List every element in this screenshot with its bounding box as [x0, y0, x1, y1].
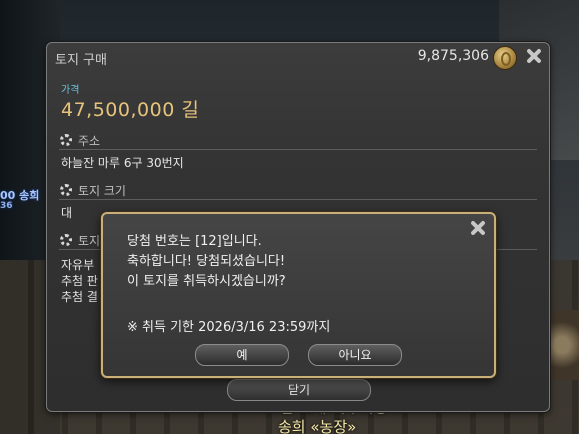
section-gear-icon	[59, 233, 73, 247]
section-gear-icon	[59, 133, 73, 147]
background-ornament	[545, 310, 579, 380]
purchase-line: 추첨 결	[61, 290, 98, 304]
price-value: 47,500,000 길	[61, 99, 200, 121]
size-label: 토지 크기	[78, 183, 126, 198]
section-gear-icon	[59, 183, 73, 197]
dialog-line: 당첨 번호는 [12]입니다.	[127, 234, 262, 249]
dialog-close-icon[interactable]	[468, 218, 488, 238]
gil-coin-icon	[493, 46, 517, 70]
address-value: 하늘잔 마루 6구 30번지	[61, 156, 184, 170]
yes-button[interactable]: 예	[195, 344, 289, 366]
no-button[interactable]: 아니요	[308, 344, 402, 366]
purchase-line: 자유부	[61, 258, 95, 272]
confirm-dialog: 당첨 번호는 [12]입니다. 축하합니다! 당첨되셨습니다! 이 토지를 취득…	[101, 212, 496, 378]
dialog-deadline: ※ 취득 기한 2026/3/16 23:59까지	[127, 320, 331, 335]
npc-sub: 36	[0, 201, 13, 211]
purchase-line: 추첨 판	[61, 274, 98, 288]
price-label: 가격	[61, 85, 80, 96]
purchase-info: 자유부 추첨 판 추첨 결	[61, 257, 98, 305]
window-title: 토지 구매	[55, 53, 107, 68]
dialog-line: 축하합니다! 당첨되셨습니다!	[127, 254, 286, 269]
gil-amount: 9,875,306	[417, 48, 489, 64]
world-name-label: 송희 «농장»	[278, 418, 357, 434]
address-section: 주소 하늘잔 마루 6구 30번지	[59, 131, 537, 172]
npc-nameplate[interactable]: 00 송희 36	[0, 190, 39, 212]
dialog-message: 당첨 번호는 [12]입니다. 축하합니다! 당첨되셨습니다! 이 토지를 취득…	[127, 232, 286, 292]
close-button[interactable]: 닫기	[227, 379, 371, 401]
address-label: 주소	[78, 133, 101, 148]
purchase-label: 토지	[78, 233, 101, 248]
dialog-line: 이 토지를 취득하시겠습니까?	[127, 274, 286, 289]
window-close-icon[interactable]	[523, 46, 543, 66]
